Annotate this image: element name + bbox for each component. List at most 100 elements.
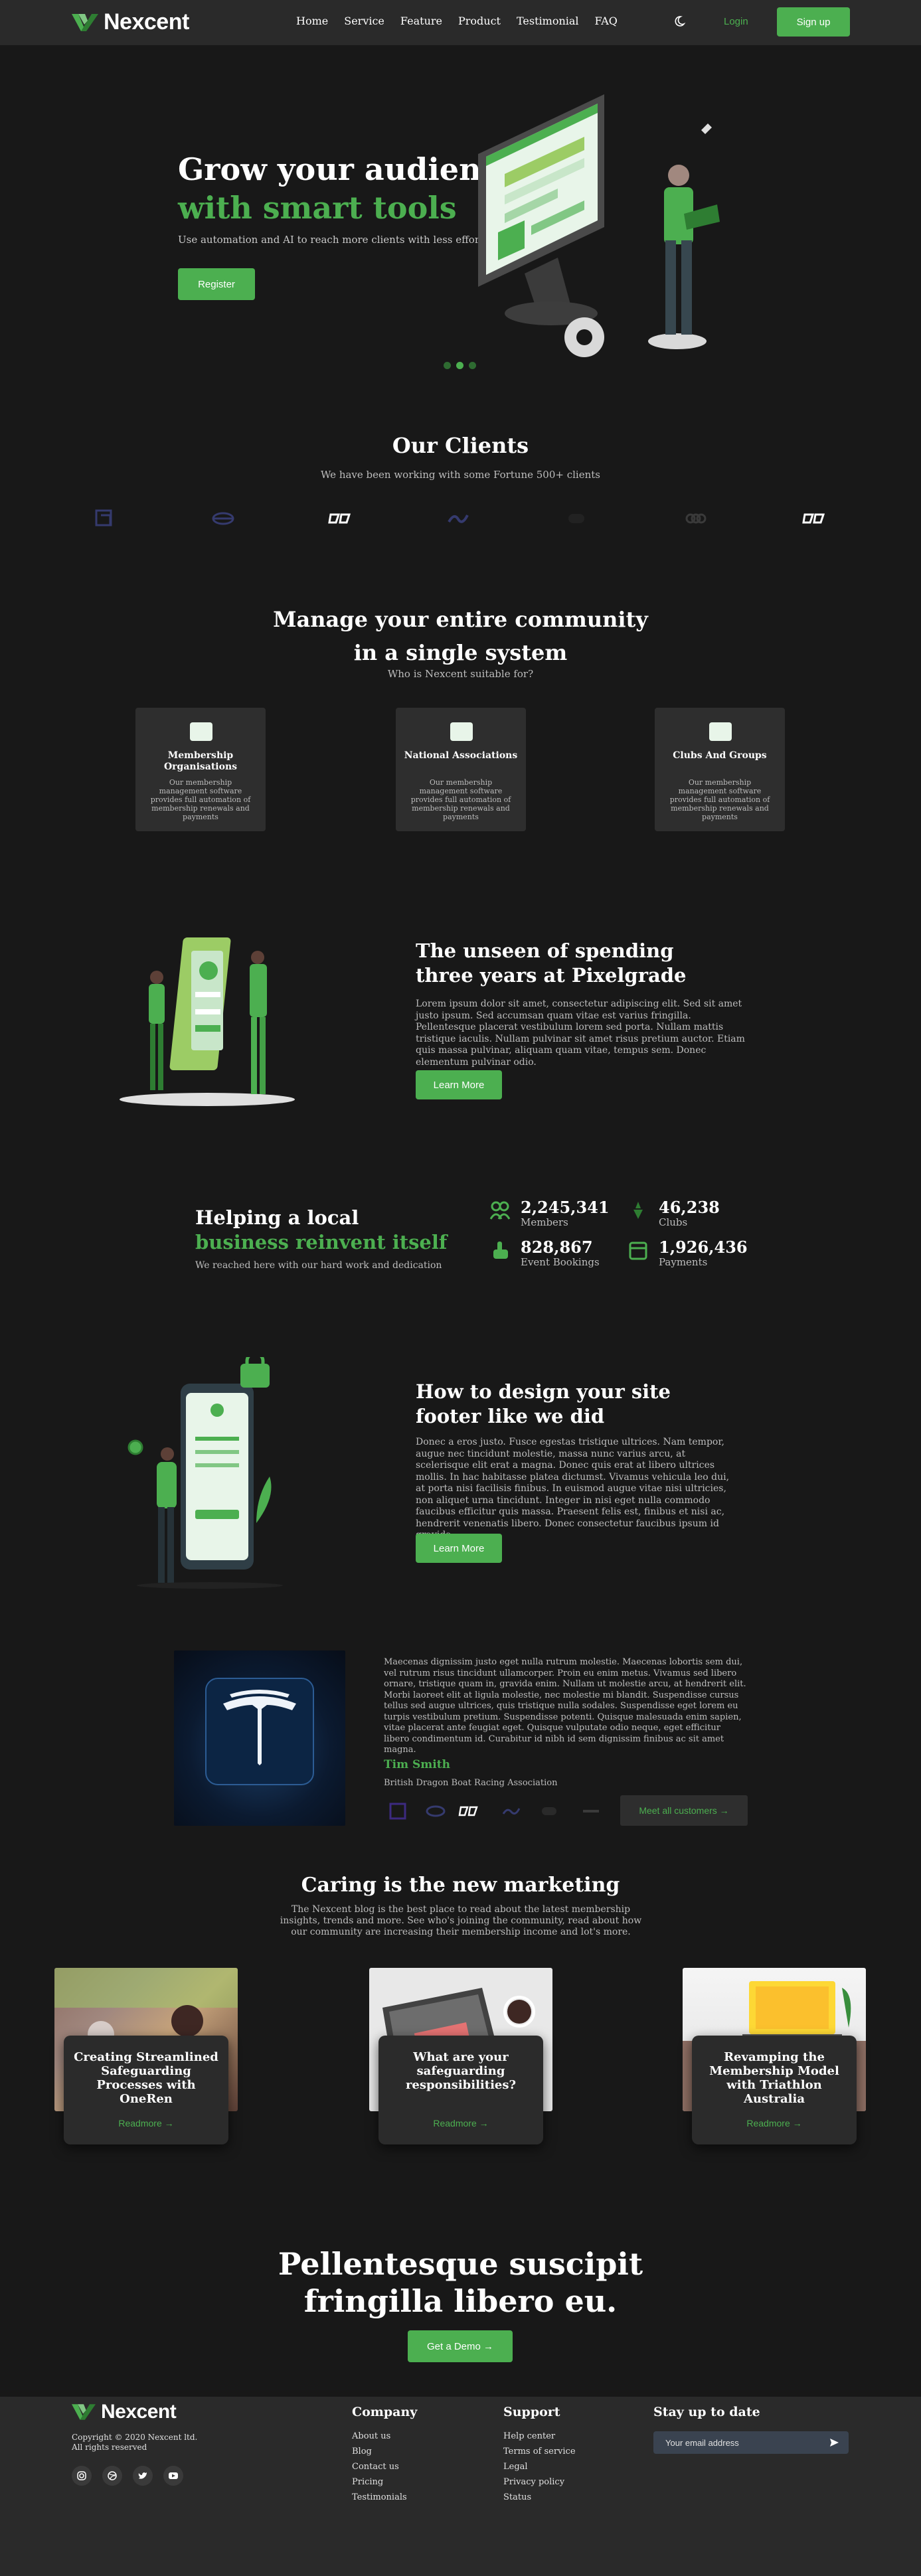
stat-label: Members xyxy=(521,1216,568,1228)
client-logo-7-icon xyxy=(802,513,825,524)
blog-card-panel: Revamping the Membership Model with Tria… xyxy=(692,2036,857,2144)
stat-label: Clubs xyxy=(659,1216,688,1228)
carousel-dot-active[interactable] xyxy=(456,362,463,369)
stat-clubs: 46,238 Clubs xyxy=(627,1199,720,1228)
footer-link-blog[interactable]: Blog xyxy=(352,2447,372,2456)
nav-product[interactable]: Product xyxy=(458,15,501,27)
readmore-link[interactable]: Readmore → xyxy=(378,2118,543,2129)
blog-card[interactable]: Revamping the Membership Model with Tria… xyxy=(683,1968,866,2144)
page: Nexcent Home Service Feature Product Tes… xyxy=(0,0,921,2576)
stat-payments: 1,926,436 Payments xyxy=(627,1239,748,1268)
nav-feature[interactable]: Feature xyxy=(400,15,442,27)
footer-link-help-center[interactable]: Help center xyxy=(503,2431,555,2441)
readmore-link[interactable]: Readmore → xyxy=(692,2118,857,2129)
readmore-link[interactable]: Readmore → xyxy=(64,2118,228,2129)
brand-logo[interactable]: Nexcent xyxy=(72,9,189,35)
members-icon xyxy=(489,1201,511,1220)
footer-design-body: Donec a eros justo. Fusce egestas tristi… xyxy=(416,1437,730,1540)
hero-carousel-dots xyxy=(444,362,476,369)
footer-link-pricing[interactable]: Pricing xyxy=(352,2477,383,2487)
blog-card-title: Revamping the Membership Model with Tria… xyxy=(709,2050,839,2106)
client-logo-5-icon xyxy=(568,514,584,523)
blog-card-panel: Creating Streamlined Safeguarding Proces… xyxy=(64,2036,228,2144)
youtube-icon[interactable] xyxy=(163,2466,183,2486)
feature-card-clubs: Clubs And Groups Our membership manageme… xyxy=(655,708,785,831)
footer-design-learn-more-button[interactable]: Learn More xyxy=(416,1534,502,1563)
unseen-title: The unseen of spending three years at Pi… xyxy=(416,939,687,987)
feature-card-title: National Associations xyxy=(404,750,518,761)
client-logo-6-icon xyxy=(685,513,707,524)
footer-link-legal[interactable]: Legal xyxy=(503,2462,528,2472)
footer-link-contact[interactable]: Contact us xyxy=(352,2462,399,2472)
carousel-dot[interactable] xyxy=(469,362,476,369)
membership-icon xyxy=(190,722,212,741)
email-placeholder: Your email address xyxy=(665,2437,739,2448)
unseen-learn-more-button[interactable]: Learn More xyxy=(416,1070,502,1099)
footer-link-status[interactable]: Status xyxy=(503,2492,531,2502)
instagram-icon[interactable] xyxy=(72,2466,92,2486)
send-icon[interactable] xyxy=(829,2437,839,2448)
stats-title: Helping a local business reinvent itself xyxy=(195,1206,447,1255)
footer-brand-logo[interactable]: Nexcent xyxy=(72,2401,177,2423)
nav-faq[interactable]: FAQ xyxy=(595,15,618,27)
footer-link-testimonials[interactable]: Testimonials xyxy=(352,2492,407,2502)
client-logo-1-icon xyxy=(95,509,112,526)
community-subtitle: Who is Nexcent suitable for? xyxy=(387,668,534,680)
stat-label: Event Bookings xyxy=(521,1256,600,1268)
footer-newsletter-title: Stay up to date xyxy=(653,2405,760,2419)
client-logo-2-icon xyxy=(212,512,234,525)
testimonial-quote: Maecenas dignissim justo eget nulla rutr… xyxy=(384,1657,746,1755)
stat-value: 46,238 xyxy=(659,1198,720,1217)
footer-design-illustration-image xyxy=(127,1357,283,1589)
meet-all-customers-button[interactable]: Meet all customers → xyxy=(620,1795,748,1826)
twitter-icon[interactable] xyxy=(133,2466,153,2486)
blog-card[interactable]: What are your safeguarding responsibilit… xyxy=(369,1968,552,2144)
rights-text: All rights reserved xyxy=(72,2443,147,2452)
stat-value: 828,867 xyxy=(521,1238,593,1257)
dark-mode-toggle-icon[interactable] xyxy=(675,15,688,28)
footer-brand-name: Nexcent xyxy=(101,2401,177,2423)
stat-value: 1,926,436 xyxy=(659,1238,748,1257)
footer-link-terms[interactable]: Terms of service xyxy=(503,2447,576,2456)
testimonial-name: Tim Smith xyxy=(384,1758,450,1771)
footer-link-about[interactable]: About us xyxy=(352,2431,390,2441)
blog-title: Caring is the new marketing xyxy=(301,1874,620,1897)
testimonial-image xyxy=(174,1650,345,1826)
register-button[interactable]: Register xyxy=(178,268,255,300)
nav-service[interactable]: Service xyxy=(344,15,384,27)
login-link[interactable]: Login xyxy=(724,16,748,27)
carousel-dot[interactable] xyxy=(444,362,451,369)
top-navbar: Nexcent Home Service Feature Product Tes… xyxy=(0,0,921,45)
brand-name: Nexcent xyxy=(104,9,189,35)
clubs-icon xyxy=(709,722,732,741)
footer-support-title: Support xyxy=(503,2405,560,2419)
newsletter-email-input[interactable]: Your email address xyxy=(653,2431,849,2454)
blog-card-panel: What are your safeguarding responsibilit… xyxy=(378,2036,543,2144)
footer-design-title: How to design your site footer like we d… xyxy=(416,1380,671,1427)
nexcent-logo-icon xyxy=(72,13,98,31)
site-footer xyxy=(0,2397,921,2576)
get-a-demo-button[interactable]: Get a Demo → xyxy=(408,2330,513,2362)
feature-card-title: Clubs And Groups xyxy=(673,750,767,761)
feature-card-desc: Our membership management software provi… xyxy=(669,778,770,821)
blog-card-title: What are your safeguarding responsibilit… xyxy=(405,2050,517,2092)
stats-title-line1: Helping a local xyxy=(195,1206,359,1229)
blog-card[interactable]: Creating Streamlined Safeguarding Proces… xyxy=(54,1968,238,2144)
community-title-line1: Manage your entire community xyxy=(273,607,648,632)
signup-button[interactable]: Sign up xyxy=(777,7,850,37)
client-logo-4-icon xyxy=(448,515,469,523)
cta-title: Pellentesque suscipit fringilla libero e… xyxy=(0,2245,921,2320)
stat-label: Payments xyxy=(659,1256,708,1268)
copyright-text: Copyright © 2020 Nexcent ltd. xyxy=(72,2433,198,2442)
payment-card-icon xyxy=(629,1242,647,1260)
stat-members: 2,245,341 Members xyxy=(489,1199,610,1228)
main-nav: Home Service Feature Product Testimonial… xyxy=(296,15,618,27)
cta-title-line1: Pellentesque suscipit xyxy=(278,2246,643,2282)
dribbble-icon[interactable] xyxy=(102,2466,122,2486)
footer-link-privacy[interactable]: Privacy policy xyxy=(503,2477,564,2487)
feature-card-desc: Our membership management software provi… xyxy=(150,778,251,821)
clients-title: Our Clients xyxy=(392,433,529,458)
nav-testimonial[interactable]: Testimonial xyxy=(517,15,579,27)
unseen-body: Lorem ipsum dolor sit amet, consectetur … xyxy=(416,999,745,1068)
nav-home[interactable]: Home xyxy=(296,15,328,27)
